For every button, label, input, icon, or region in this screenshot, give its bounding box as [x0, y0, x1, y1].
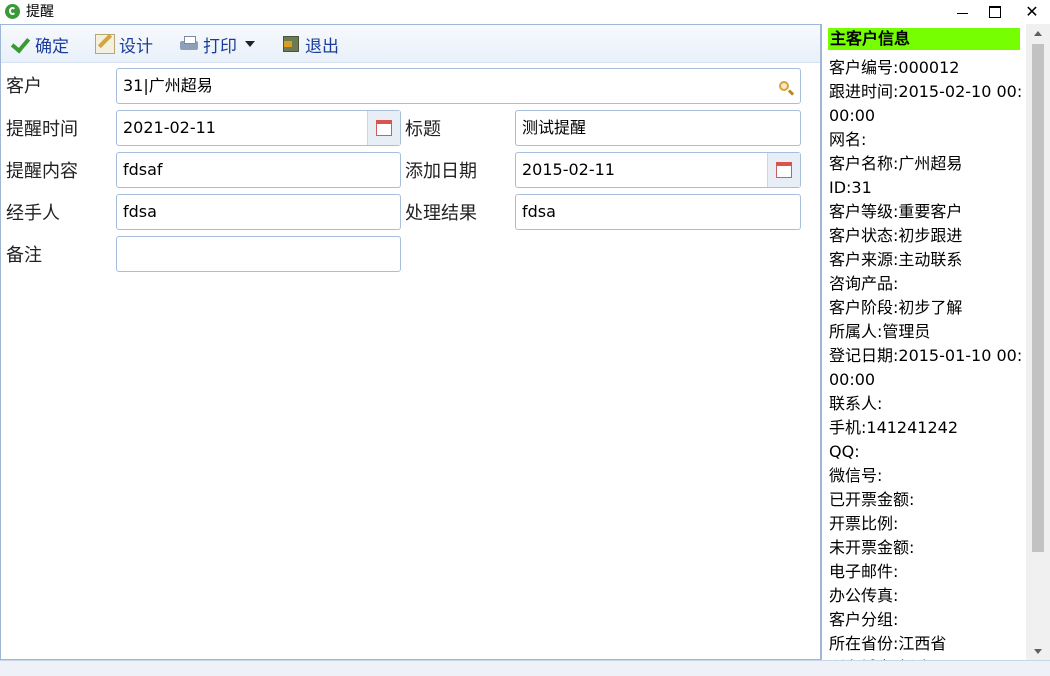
window-title: 提醒 [26, 4, 54, 20]
app-icon [5, 4, 20, 19]
customer-info-item: 客户阶段:初步了解 [829, 298, 963, 317]
arrow-up-icon [1034, 30, 1042, 36]
customer-info-item: 客户状态:初步跟进 [829, 226, 963, 245]
customer-info-item: 客户来源:主动联系 [829, 250, 963, 269]
customer-info-item: 客户分组: [829, 610, 899, 629]
scrollbar-thumb[interactable] [1032, 44, 1044, 552]
customer-info-item: 网名: [829, 130, 867, 149]
remind-time-calendar-button[interactable] [367, 111, 400, 145]
confirm-label: 确定 [35, 36, 69, 57]
exit-icon [281, 34, 301, 54]
calendar-icon [376, 120, 392, 136]
handler-value: fdsa [123, 202, 157, 221]
remind-content-field[interactable]: fdsaf [116, 152, 401, 188]
customer-info-item: 客户等级:重要客户 [829, 202, 963, 221]
customer-info-item: 开票比例: [829, 514, 899, 533]
confirm-button[interactable]: 确定 [11, 33, 69, 57]
design-icon [95, 34, 115, 54]
arrow-down-icon [1034, 648, 1042, 654]
customer-info-item: 微信号: [829, 466, 883, 485]
remind-content-label: 提醒内容 [6, 161, 78, 182]
design-label: 设计 [119, 36, 153, 57]
customer-info-item: 客户编号:000012 [829, 58, 960, 77]
add-date-label: 添加日期 [405, 161, 477, 182]
exit-label: 退出 [305, 36, 339, 57]
add-date-value: 2015-02-11 [522, 160, 615, 179]
title-label: 标题 [405, 119, 441, 140]
close-button[interactable]: ✕ [1013, 0, 1050, 24]
handler-field[interactable]: fdsa [116, 194, 401, 230]
result-field[interactable]: fdsa [515, 194, 801, 230]
toolbar: 确定 设计 打印 退出 [1, 25, 820, 63]
scroll-up-button[interactable] [1026, 24, 1050, 42]
customer-info-item: 所属人:管理员 [829, 322, 931, 341]
customer-info-item: 登记日期:2015-01-10 00:00:00 [829, 346, 1023, 389]
remind-time-value: 2021-02-11 [123, 118, 216, 137]
close-icon: ✕ [1025, 2, 1039, 21]
minimize-icon [956, 12, 968, 14]
customer-info-item: ID:31 [829, 178, 872, 197]
customer-info-item: 办公传真: [829, 586, 899, 605]
remind-time-field[interactable]: 2021-02-11 [116, 110, 401, 146]
design-button[interactable]: 设计 [95, 33, 153, 57]
title-value: 测试提醒 [522, 118, 587, 137]
customer-info-item: QQ: [829, 442, 860, 461]
main-panel: 确定 设计 打印 退出 客户 31|广州超易 提醒时间 2021-02-11 标… [0, 24, 821, 660]
handler-label: 经手人 [6, 203, 60, 224]
title-bar: 提醒 ✕ [0, 0, 1050, 24]
chevron-down-icon[interactable] [245, 41, 255, 47]
customer-search-button[interactable] [768, 69, 800, 103]
remark-label: 备注 [6, 245, 42, 266]
customer-info-item: 客户名称:广州超易 [829, 154, 963, 173]
status-strip [0, 660, 1050, 676]
exit-button[interactable]: 退出 [281, 33, 339, 57]
customer-info-item: 电子邮件: [829, 562, 899, 581]
remind-time-label: 提醒时间 [6, 119, 78, 140]
customer-info-item: 手机:141241242 [829, 418, 959, 437]
printer-icon [179, 34, 199, 54]
remind-content-value: fdsaf [123, 160, 163, 179]
search-icon [779, 81, 789, 91]
customer-value: 31|广州超易 [123, 76, 213, 95]
add-date-calendar-button[interactable] [767, 153, 800, 187]
customer-info-panel: 主客户信息 客户编号:000012 跟进时间:2015-02-10 00:00:0… [821, 24, 1050, 660]
customer-info-item: 已开票金额: [829, 490, 915, 509]
remark-field[interactable] [116, 236, 401, 272]
add-date-field[interactable]: 2015-02-11 [515, 152, 801, 188]
print-button[interactable]: 打印 [179, 33, 255, 57]
customer-info-item: 咨询产品: [829, 274, 899, 293]
customer-field[interactable]: 31|广州超易 [116, 68, 801, 104]
customer-info-item: 未开票金额: [829, 538, 915, 557]
customer-label: 客户 [6, 76, 42, 97]
scroll-down-button[interactable] [1026, 642, 1050, 660]
check-icon [11, 34, 31, 54]
customer-info-header: 主客户信息 [828, 28, 1020, 50]
customer-info-list: 客户编号:000012 跟进时间:2015-02-10 00:00:00 网名: 客户… [829, 56, 1027, 660]
customer-info-item: 跟进时间:2015-02-10 00:00:00 [829, 82, 1023, 125]
customer-info-item: 联系人: [829, 394, 883, 413]
maximize-button[interactable] [976, 0, 1014, 24]
vertical-scrollbar[interactable] [1026, 24, 1050, 660]
result-value: fdsa [522, 202, 556, 221]
result-label: 处理结果 [405, 203, 477, 224]
title-field[interactable]: 测试提醒 [515, 110, 801, 146]
maximize-icon [989, 6, 1001, 18]
customer-info-item: 所在省份:江西省 [829, 634, 947, 653]
calendar-icon [776, 162, 792, 178]
print-label: 打印 [203, 36, 237, 57]
